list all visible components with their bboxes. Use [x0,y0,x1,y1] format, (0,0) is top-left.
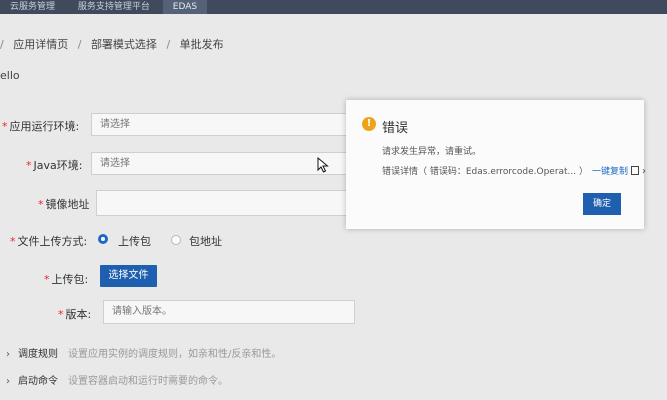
copy-link[interactable]: 一键复制 [592,167,628,177]
mouse-cursor-icon [317,157,329,173]
required-mark: * [44,273,50,286]
runtime-env-label: * 应用运行环境: [2,120,80,133]
required-mark: * [58,308,64,321]
breadcrumb-item[interactable]: 应用详情页 [13,38,68,51]
browser-tab[interactable]: 云服务管理 [0,0,65,14]
copy-icon[interactable] [631,166,640,175]
chevron-right-icon: › [6,349,10,360]
browser-tab[interactable]: 服务支持管理平台 [68,0,160,14]
version-label: * 版本: [58,308,92,321]
upload-package-radio[interactable] [98,234,108,244]
breadcrumb-separator: / [166,38,171,51]
app-title: ello [0,69,20,82]
browser-tab-active[interactable]: EDAS [162,0,208,14]
choose-file-button[interactable]: 选择文件 [100,265,157,287]
upload-method-label: * 文件上传方式: [10,235,88,248]
warning-icon: ! [362,117,376,131]
runtime-env-select[interactable]: 请选择 [91,113,353,136]
expand-chevron-icon[interactable]: › [642,166,646,177]
error-dialog: ! 错误 请求发生异常，请重试。 错误详情（ 错误码：Edas.errorcod… [346,100,647,229]
breadcrumb-separator: / [77,38,82,51]
java-env-label: * Java环境: [26,159,83,172]
breadcrumb-item-current: 单批发布 [179,38,224,51]
required-mark: * [10,235,16,248]
required-mark: * [38,198,44,211]
browser-tab-bar: 云服务管理 服务支持管理平台 EDAS [0,0,667,14]
upload-package-radio-label[interactable]: 上传包 [118,233,151,249]
breadcrumb-item[interactable]: 部署模式选择 [91,38,157,51]
image-address-label: * 镜像地址 [38,198,90,211]
dialog-error-detail: 错误详情（ 错误码：Edas.errorcode.Operat... ）一键复制… [382,166,647,177]
section-scheduling-rules[interactable]: › 调度规则 设置应用实例的调度规则，如亲和性/反亲和性。 [6,345,281,360]
package-url-radio-label[interactable]: 包地址 [189,233,222,249]
image-address-input[interactable] [96,190,353,216]
dialog-message: 请求发生异常，请重试。 [382,147,482,157]
required-mark: * [26,159,32,172]
java-env-select[interactable]: 请选择 [91,152,353,175]
chevron-right-icon: › [6,376,10,387]
required-mark: * [2,120,8,133]
section-startup-command[interactable]: › 启动命令 设置容器启动和运行时需要的命令。 [6,372,228,387]
version-input[interactable]: 请输入版本。 [103,300,355,324]
package-url-radio[interactable] [171,235,181,245]
dialog-title: 错误 [382,121,409,136]
breadcrumb-separator: / [0,38,4,51]
breadcrumb: / 应用详情页 / 部署模式选择 / 单批发布 [0,36,230,52]
upload-package-label: * 上传包: [44,273,89,286]
ok-button[interactable]: 确定 [583,193,621,215]
